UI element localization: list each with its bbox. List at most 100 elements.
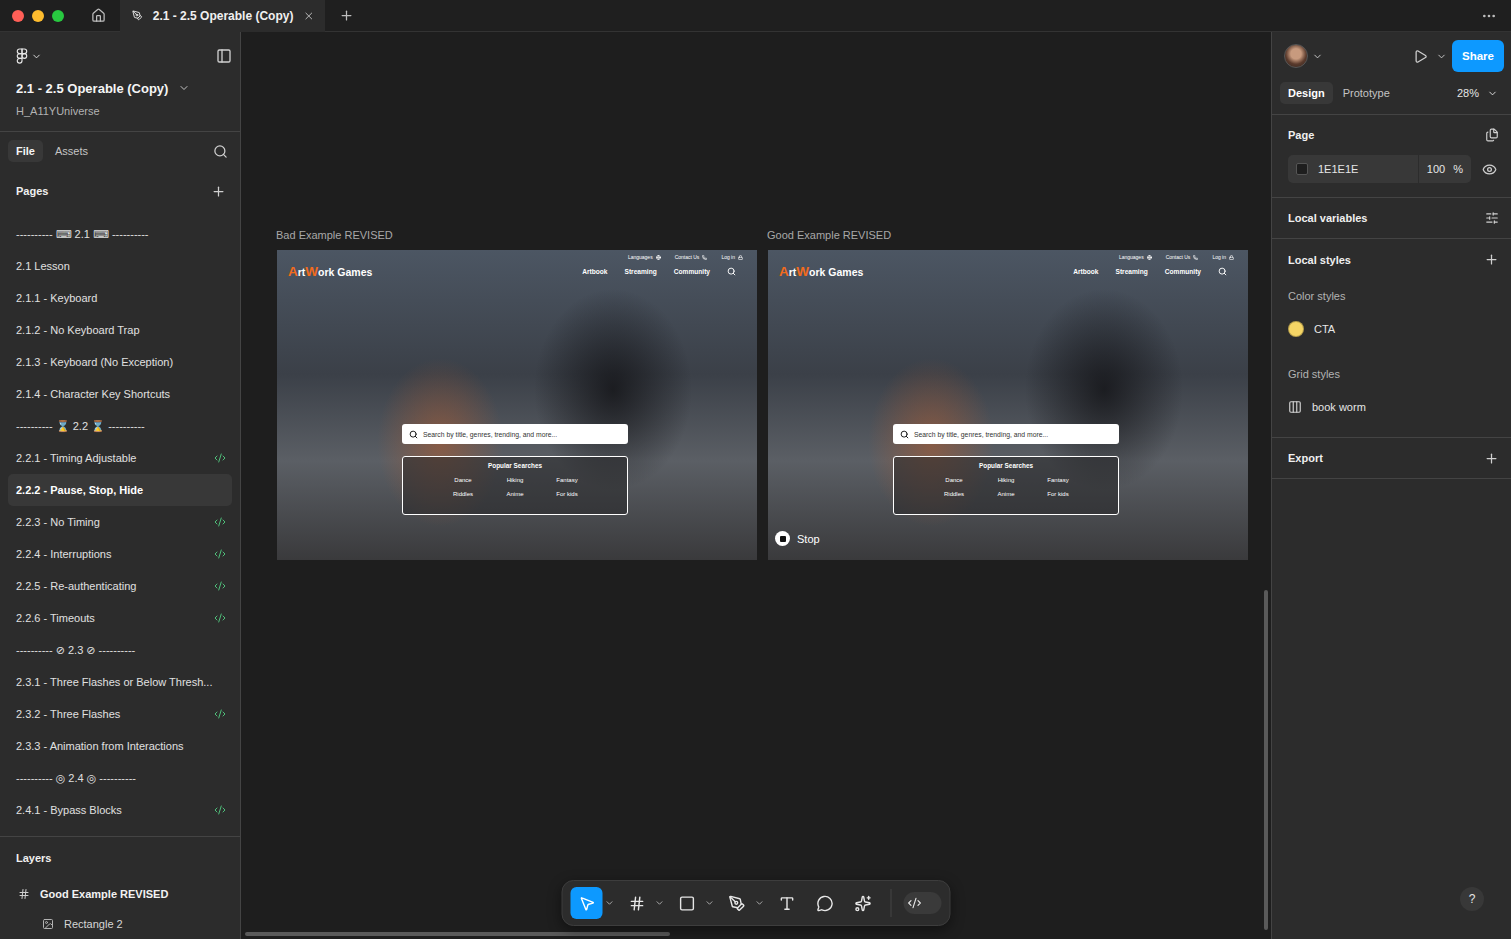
- search-icon[interactable]: [727, 267, 736, 276]
- user-avatar[interactable]: [1284, 44, 1308, 68]
- utility-link[interactable]: Languages: [1119, 254, 1152, 260]
- main-menu-button[interactable]: [16, 48, 42, 65]
- add-export-icon[interactable]: [1484, 451, 1499, 466]
- pages-icon[interactable]: [1485, 128, 1499, 142]
- style-item[interactable]: book worm: [1288, 393, 1499, 421]
- canvas-frame[interactable]: Bad Example REVISED Languages Contact Us Lo…: [277, 229, 757, 560]
- shape-tool-button[interactable]: [671, 887, 703, 919]
- page-item[interactable]: 2.4.1 - Bypass Blocks: [8, 794, 232, 826]
- add-style-icon[interactable]: [1484, 252, 1499, 267]
- page-item[interactable]: ---------- ⌛ 2.2 ⌛ ----------: [8, 410, 232, 442]
- search-icon[interactable]: [1218, 267, 1227, 276]
- close-window-button[interactable]: [12, 10, 24, 22]
- close-icon[interactable]: [303, 9, 315, 23]
- site-logo[interactable]: ArtWork Games: [288, 264, 372, 279]
- page-item[interactable]: 2.2.6 - Timeouts: [8, 602, 232, 634]
- tool-menu-button[interactable]: [655, 898, 665, 908]
- add-page-icon[interactable]: [211, 184, 226, 199]
- inspector-tab[interactable]: Prototype: [1335, 82, 1398, 104]
- avatar-menu-button[interactable]: [1310, 51, 1324, 62]
- page-item[interactable]: 2.2.4 - Interruptions: [8, 538, 232, 570]
- dev-mode-toggle[interactable]: [904, 892, 942, 914]
- popular-item[interactable]: Riddles: [944, 491, 964, 497]
- stop-button[interactable]: Stop: [775, 531, 820, 546]
- help-button[interactable]: ?: [1460, 887, 1484, 911]
- style-item[interactable]: CTA: [1288, 315, 1499, 343]
- layer-item[interactable]: Rectangle 2: [0, 909, 240, 939]
- sidebar-tab[interactable]: Assets: [47, 140, 96, 162]
- page-item[interactable]: 2.2.3 - No Timing: [8, 506, 232, 538]
- popular-item[interactable]: Riddles: [453, 491, 473, 497]
- present-button[interactable]: [1410, 49, 1430, 64]
- fill-swatch[interactable]: [1296, 163, 1308, 175]
- site-search-field[interactable]: Search by title, genres, trending, and m…: [402, 424, 628, 444]
- frame-tool-button[interactable]: [621, 887, 653, 919]
- search-icon[interactable]: [213, 144, 228, 159]
- utility-link[interactable]: Contact Us: [1166, 254, 1199, 260]
- present-menu-button[interactable]: [1434, 51, 1448, 62]
- page-item[interactable]: 2.1.1 - Keyboard: [8, 282, 232, 314]
- popular-item[interactable]: Fantasy: [556, 477, 577, 483]
- opacity-field[interactable]: 100%: [1418, 155, 1471, 183]
- file-title[interactable]: 2.1 - 2.5 Operable (Copy): [16, 77, 232, 99]
- page-fill-field[interactable]: 1E1E1E100%: [1288, 155, 1471, 183]
- canvas[interactable]: Bad Example REVISED Languages Contact Us Lo…: [241, 32, 1271, 939]
- page-item[interactable]: 2.3.1 - Three Flashes or Below Thresh...: [8, 666, 232, 698]
- share-button[interactable]: Share: [1452, 40, 1504, 72]
- page-item[interactable]: 2.1.2 - No Keyboard Trap: [8, 314, 232, 346]
- nav-link[interactable]: Artbook: [582, 268, 607, 275]
- utility-link[interactable]: Languages: [628, 254, 661, 260]
- sidebar-tab[interactable]: File: [8, 140, 43, 162]
- new-tab-button[interactable]: [334, 0, 358, 32]
- tool-menu-button[interactable]: [605, 898, 615, 908]
- page-item[interactable]: ---------- ⊘ 2.3 ⊘ ----------: [8, 634, 232, 666]
- utility-link[interactable]: Log in: [721, 254, 743, 260]
- page-item[interactable]: 2.1 Lesson: [8, 250, 232, 282]
- inspector-tab[interactable]: Design: [1280, 82, 1333, 104]
- page-item[interactable]: 2.3.3 - Animation from Interactions: [8, 730, 232, 762]
- comment-tool-button[interactable]: [809, 887, 841, 919]
- popular-item[interactable]: Dance: [454, 477, 471, 483]
- nav-link[interactable]: Streaming: [1115, 268, 1147, 275]
- page-item[interactable]: 2.3.2 - Three Flashes: [8, 698, 232, 730]
- page-item[interactable]: 2.2.1 - Timing Adjustable: [8, 442, 232, 474]
- utility-link[interactable]: Contact Us: [675, 254, 708, 260]
- page-item[interactable]: 2.2.2 - Pause, Stop, Hide: [8, 474, 232, 506]
- text-tool-button[interactable]: [771, 887, 803, 919]
- file-tab[interactable]: 2.1 - 2.5 Operable (Copy): [120, 0, 325, 32]
- popular-item[interactable]: Hiking: [507, 477, 524, 483]
- popular-item[interactable]: Anime: [997, 491, 1014, 497]
- horizontal-scrollbar[interactable]: [245, 932, 670, 936]
- frame-label[interactable]: Bad Example REVISED: [276, 229, 757, 243]
- site-logo[interactable]: ArtWork Games: [779, 264, 863, 279]
- local-variables-header[interactable]: Local variables: [1288, 198, 1499, 238]
- tool-menu-button[interactable]: [705, 898, 715, 908]
- nav-link[interactable]: Streaming: [624, 268, 656, 275]
- popular-item[interactable]: Anime: [506, 491, 523, 497]
- popular-item[interactable]: Dance: [945, 477, 962, 483]
- frame-label[interactable]: Good Example REVISED: [767, 229, 1248, 243]
- home-button[interactable]: [84, 0, 112, 32]
- page-item[interactable]: 2.2.5 - Re-authenticating: [8, 570, 232, 602]
- page-item[interactable]: 2.1.4 - Character Key Shortcuts: [8, 378, 232, 410]
- ai-tool-button[interactable]: [847, 887, 879, 919]
- pen-tool-button[interactable]: [721, 887, 753, 919]
- popular-item[interactable]: For kids: [556, 491, 577, 497]
- tool-menu-button[interactable]: [755, 898, 765, 908]
- move-tool-button[interactable]: [571, 887, 603, 919]
- more-button[interactable]: [1473, 0, 1505, 32]
- nav-link[interactable]: Community: [674, 268, 710, 275]
- utility-link[interactable]: Log in: [1212, 254, 1234, 260]
- layer-item[interactable]: Good Example REVISED: [0, 879, 240, 909]
- nav-link[interactable]: Artbook: [1073, 268, 1098, 275]
- vertical-scrollbar[interactable]: [1264, 590, 1268, 930]
- popular-item[interactable]: Fantasy: [1047, 477, 1068, 483]
- page-item[interactable]: ---------- ◎ 2.4 ◎ ----------: [8, 762, 232, 794]
- visibility-toggle[interactable]: [1479, 162, 1499, 177]
- page-item[interactable]: ---------- ⌨ 2.1 ⌨ ----------: [8, 218, 232, 250]
- canvas-frame[interactable]: Good Example REVISED Languages Contact Us L…: [768, 229, 1248, 560]
- page-item[interactable]: 2.1.3 - Keyboard (No Exception): [8, 346, 232, 378]
- site-search-field[interactable]: Search by title, genres, trending, and m…: [893, 424, 1119, 444]
- zoom-menu[interactable]: 28%: [1457, 87, 1504, 99]
- zoom-window-button[interactable]: [52, 10, 64, 22]
